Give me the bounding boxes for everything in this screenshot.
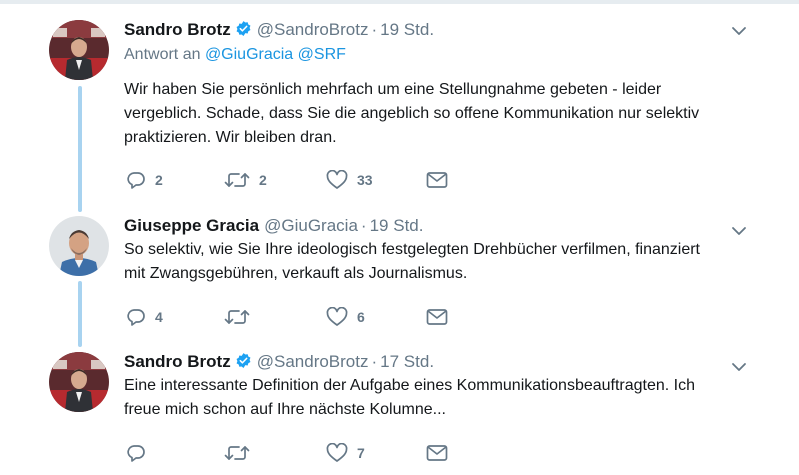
retweet-button[interactable] <box>224 442 259 464</box>
reply-button[interactable]: 4 <box>126 306 163 328</box>
reply-context: Antwort an @GiuGracia @SRF <box>124 46 346 64</box>
chevron-down-icon[interactable] <box>731 224 747 236</box>
like-count: 7 <box>357 445 365 461</box>
reply-prefix: Antwort an <box>124 46 201 63</box>
envelope-icon <box>426 171 448 189</box>
direct-message-button[interactable] <box>426 306 448 328</box>
retweet-icon <box>224 170 250 190</box>
reply-handle-link[interactable]: @SRF <box>298 46 346 63</box>
envelope-icon <box>426 444 448 462</box>
tweet-text-line: freue mich schon auf Ihre nächste Kolumn… <box>124 401 446 418</box>
heart-icon <box>326 443 348 463</box>
tweet-text-line: mit Zwangsgebühren, verkauft als Journal… <box>124 265 468 282</box>
reply-handle-link[interactable]: @GiuGracia <box>205 46 293 63</box>
tweet-text-line: Eine interessante Definition der Aufgabe… <box>124 377 696 394</box>
retweet-button[interactable] <box>224 306 259 328</box>
retweet-icon <box>224 443 250 463</box>
retweet-button[interactable]: 2 <box>224 169 267 191</box>
reply-icon <box>126 170 146 190</box>
tweet-actions: 2 2 33 <box>124 169 454 191</box>
heart-icon <box>326 307 348 327</box>
tweet[interactable]: Sandro Brotz @SandroBrotz · 17 Std. Eine in… <box>0 350 799 475</box>
author-name[interactable]: Sandro Brotz <box>124 20 231 39</box>
retweet-count: 2 <box>259 172 267 188</box>
timestamp[interactable]: 19 Std. <box>370 216 424 235</box>
like-count: 33 <box>357 172 373 188</box>
verified-badge-icon <box>235 20 252 44</box>
direct-message-button[interactable] <box>426 169 448 191</box>
verified-badge-icon <box>235 352 252 376</box>
like-button[interactable]: 6 <box>326 306 365 328</box>
author-handle[interactable]: @GiuGracia <box>264 216 358 235</box>
reply-button[interactable]: 2 <box>126 169 163 191</box>
avatar[interactable] <box>49 352 109 412</box>
tweet-text: So selektiv, wie Sie Ihre ideologisch fe… <box>124 238 764 286</box>
heart-icon <box>326 170 348 190</box>
reply-button[interactable] <box>126 442 155 464</box>
chevron-down-icon[interactable] <box>731 24 747 36</box>
separator: · <box>360 216 367 235</box>
tweet-header: Giuseppe Gracia @GiuGracia · 19 Std. <box>124 214 423 238</box>
author-name[interactable]: Sandro Brotz <box>124 352 231 371</box>
tweet-header: Sandro Brotz @SandroBrotz · 19 Std. <box>124 18 434 42</box>
reply-count: 4 <box>155 309 163 325</box>
direct-message-button[interactable] <box>426 442 448 464</box>
tweet-text-line: So selektiv, wie Sie Ihre ideologisch fe… <box>124 241 700 258</box>
tweet-text-line: Wir haben Sie persönlich mehrfach um ein… <box>124 81 662 98</box>
chevron-down-icon[interactable] <box>731 360 747 372</box>
separator: · <box>371 352 378 371</box>
timestamp[interactable]: 19 Std. <box>380 20 434 39</box>
tweet[interactable]: Giuseppe Gracia @GiuGracia · 19 Std. So sel… <box>0 214 799 338</box>
tweet-text-line: vergeblich. Schade, dass Sie die angebli… <box>124 105 700 122</box>
tweet-text-line: praktizieren. Wir bleiben dran. <box>124 129 337 146</box>
avatar[interactable] <box>49 20 109 80</box>
tweet-text: Eine interessante Definition der Aufgabe… <box>124 374 764 422</box>
author-name[interactable]: Giuseppe Gracia <box>124 216 259 235</box>
like-button[interactable]: 7 <box>326 442 365 464</box>
reply-icon <box>126 443 146 463</box>
author-handle[interactable]: @SandroBrotz <box>257 352 369 371</box>
like-button[interactable]: 33 <box>326 169 373 191</box>
tweet-actions: 7 <box>124 442 454 464</box>
tweet[interactable]: Sandro Brotz @SandroBrotz · 19 Std. Antwort… <box>0 18 799 198</box>
like-count: 6 <box>357 309 365 325</box>
envelope-icon <box>426 308 448 326</box>
reply-count: 2 <box>155 172 163 188</box>
reply-icon <box>126 307 146 327</box>
author-handle[interactable]: @SandroBrotz <box>257 20 369 39</box>
retweet-icon <box>224 307 250 327</box>
tweet-text: Wir haben Sie persönlich mehrfach um ein… <box>124 78 764 150</box>
tweet-header: Sandro Brotz @SandroBrotz · 17 Std. <box>124 350 434 374</box>
top-divider <box>0 0 799 4</box>
separator: · <box>371 20 378 39</box>
timestamp[interactable]: 17 Std. <box>380 352 434 371</box>
avatar[interactable] <box>49 216 109 276</box>
tweet-actions: 4 6 <box>124 306 454 328</box>
